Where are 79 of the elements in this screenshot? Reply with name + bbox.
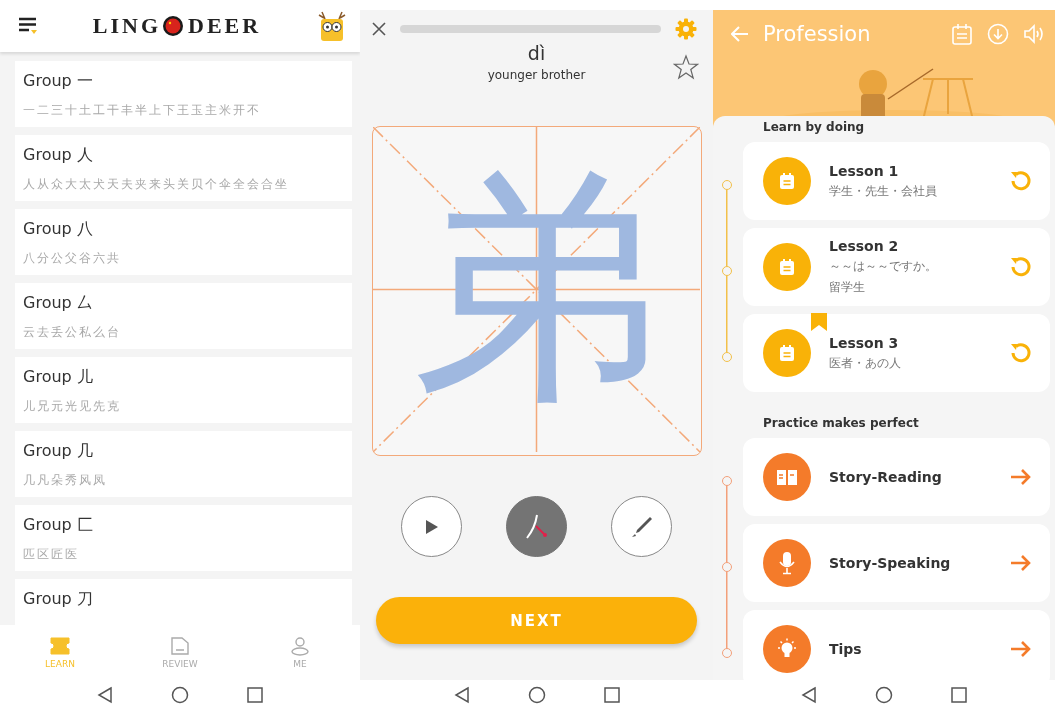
- home-icon[interactable]: [527, 685, 546, 704]
- home-icon[interactable]: [171, 685, 189, 704]
- group-card[interactable]: Group 刀: [15, 579, 352, 625]
- card-title: Lesson 2: [829, 238, 900, 254]
- card-subtitle: 医者・あの人: [829, 354, 902, 372]
- pinyin: dì: [527, 42, 546, 64]
- recents-icon[interactable]: [603, 686, 620, 703]
- lesson-title: Profession: [763, 22, 872, 46]
- group-title: Group 儿: [23, 367, 93, 388]
- section-heading: Learn by doing: [762, 119, 865, 136]
- lesson-card[interactable]: Lesson 3 医者・あの人: [743, 314, 1050, 392]
- timeline-node: [722, 352, 732, 362]
- deer-mascot-icon[interactable]: [316, 10, 348, 42]
- play-icon: [424, 518, 439, 535]
- lesson-card[interactable]: Lesson 1 学生・先生・会社員: [743, 142, 1050, 220]
- group-characters: 几凡朵秀风凤: [23, 472, 107, 489]
- timeline-node: [722, 562, 732, 572]
- card-title: Story-Reading: [829, 469, 943, 485]
- logo-text: LING: [92, 13, 162, 39]
- section-heading: Practice makes perfect: [762, 415, 919, 432]
- card-subtitle: ～～は～～ですか。: [829, 258, 938, 275]
- practice-card[interactable]: Tips: [743, 610, 1050, 680]
- group-card[interactable]: Group 八 八分公父谷六共: [15, 209, 352, 275]
- word-meaning: younger brother: [487, 68, 586, 82]
- back-icon[interactable]: [801, 685, 817, 704]
- back-icon[interactable]: [97, 685, 113, 704]
- group-characters: 八分公父谷六共: [23, 250, 121, 267]
- arrow-right-icon[interactable]: [1010, 554, 1032, 572]
- back-icon[interactable]: [453, 685, 470, 704]
- arrow-right-icon[interactable]: [1010, 640, 1032, 658]
- lesson-icon: [779, 344, 795, 362]
- group-title: Group 八: [23, 219, 93, 240]
- group-characters: 人从众大太犬天夫夹来头关贝个伞全会合坐: [23, 176, 289, 193]
- lesson-card[interactable]: Lesson 2 ～～は～～ですか。 留学生: [743, 228, 1050, 306]
- card-title: Lesson 3: [829, 334, 900, 351]
- lesson-icon: [779, 172, 795, 190]
- arrow-right-icon[interactable]: [1010, 468, 1032, 486]
- timeline-node: [722, 266, 732, 276]
- card-title: Story-Speaking: [829, 555, 952, 571]
- logo-text: DEER: [188, 13, 262, 39]
- card-title: Tips: [829, 641, 863, 657]
- group-title: Group 人: [23, 145, 93, 166]
- timeline-node: [722, 180, 732, 190]
- group-card[interactable]: Group 几 几凡朵秀风凤: [15, 431, 352, 497]
- group-card[interactable]: Group 人 人从众大太犬天夫夹来头关贝个伞全会合坐: [15, 135, 352, 201]
- card-title: Lesson 1: [829, 162, 900, 179]
- group-title: Group 匚: [23, 515, 93, 536]
- group-title: Group 一: [23, 71, 93, 92]
- stroke-order-icon: [524, 513, 549, 540]
- group-card[interactable]: Group 儿 儿兄元光见先克: [15, 357, 352, 423]
- card-subtitle: 留学生: [829, 279, 866, 296]
- microphone-icon: [778, 551, 796, 575]
- star-icon[interactable]: [673, 54, 699, 80]
- menu-icon[interactable]: [18, 16, 38, 36]
- group-card[interactable]: Group 厶 云去丢公私么台: [15, 283, 352, 349]
- group-title: Group 几: [23, 441, 93, 462]
- flag-circle-icon: [162, 15, 185, 37]
- folder-icon: [170, 636, 190, 656]
- group-title: Group 厶: [23, 293, 93, 314]
- group-characters: 儿兄元光见先克: [23, 398, 121, 415]
- group-characters: 匹区匠医: [23, 546, 79, 563]
- timeline-node: [722, 476, 732, 486]
- practice-card[interactable]: Story-Speaking: [743, 524, 1050, 602]
- card-subtitle: 学生・先生・会社員: [829, 182, 938, 200]
- group-characters: 云去丢公私么台: [23, 324, 121, 341]
- home-icon[interactable]: [875, 685, 893, 704]
- timeline-node: [722, 648, 732, 658]
- person-icon: [290, 636, 310, 656]
- recents-icon[interactable]: [247, 686, 263, 703]
- close-icon[interactable]: [372, 22, 386, 36]
- group-title: Group 刀: [23, 589, 93, 610]
- practice-card[interactable]: Story-Reading: [743, 438, 1050, 516]
- lesson-icon: [779, 258, 795, 276]
- group-card[interactable]: Group 匚 匹区匠医: [15, 505, 352, 571]
- ticket-icon: [49, 636, 71, 656]
- group-characters: 一二三十土工干丰半上下王玉主米开不: [23, 102, 261, 119]
- recents-icon[interactable]: [951, 686, 967, 703]
- group-card[interactable]: Group 一 一二三十土工干丰半上下王玉主米开不: [15, 61, 352, 127]
- book-icon: [776, 468, 798, 486]
